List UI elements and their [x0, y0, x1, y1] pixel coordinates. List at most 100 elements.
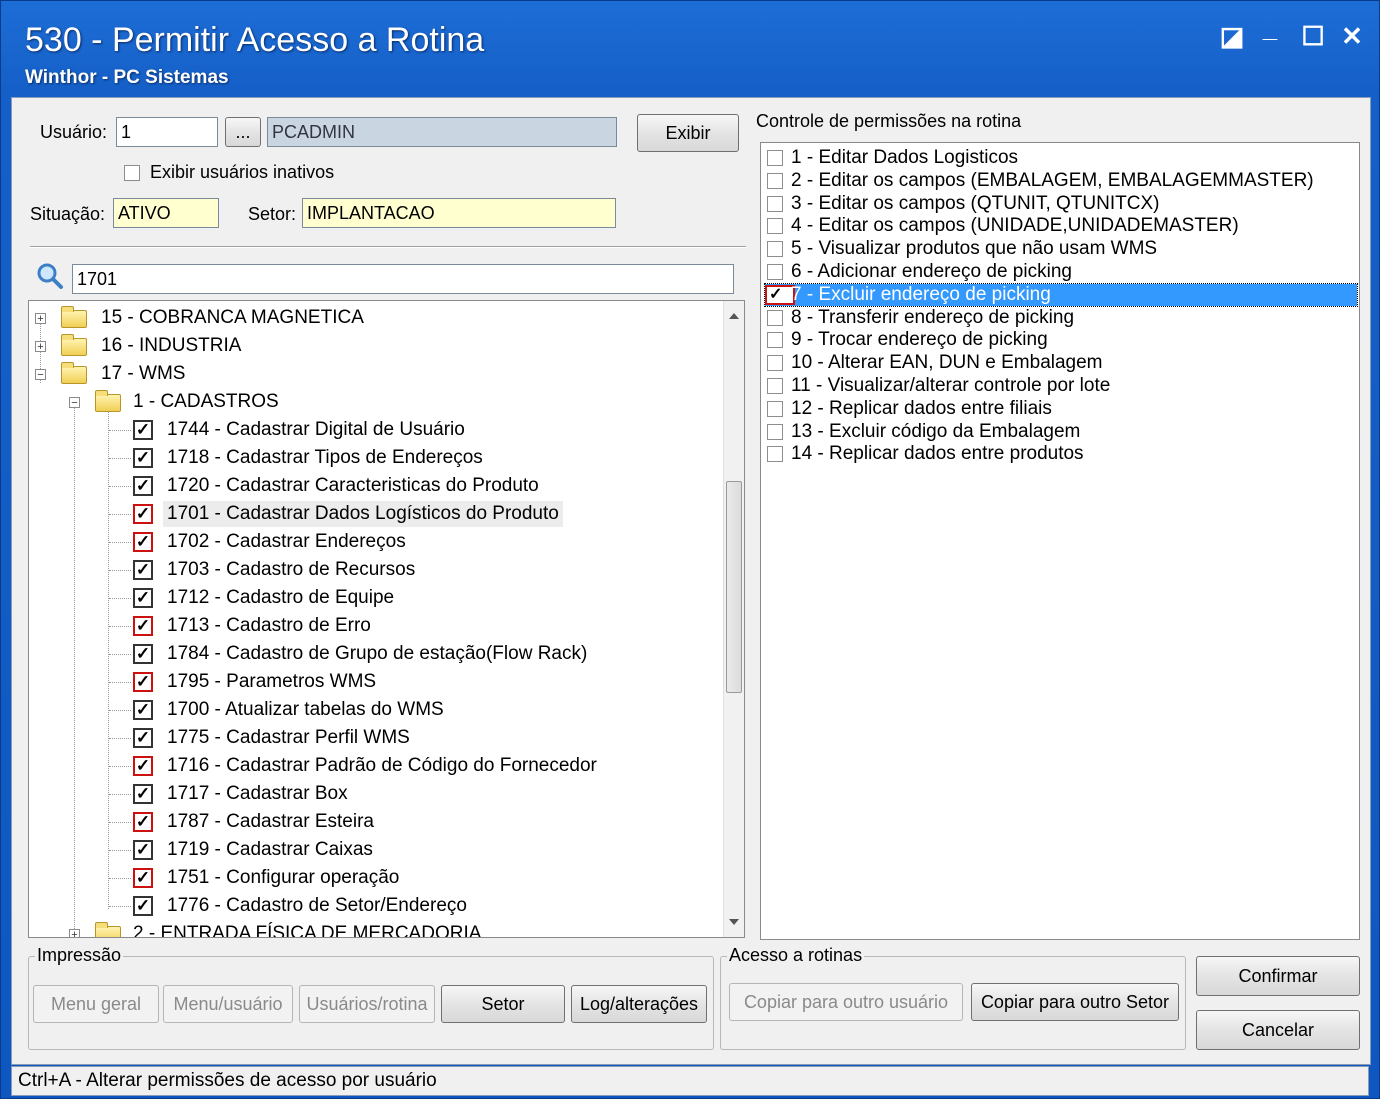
permission-item[interactable]: 3 - Editar os campos (QTUNIT, QTUNITCX)	[765, 193, 1357, 215]
routine-item[interactable]: 1716 - Cadastrar Padrão de Código do For…	[163, 753, 597, 779]
title-bar[interactable]: 530 - Permitir Acesso a Rotina Winthor -…	[1, 1, 1379, 95]
scroll-down-icon[interactable]	[729, 919, 739, 925]
routine-checkbox[interactable]: ✓	[133, 896, 153, 916]
minimize-icon[interactable]: _	[1253, 11, 1287, 45]
routine-checkbox[interactable]: ✓	[133, 504, 153, 524]
routine-checkbox[interactable]: ✓	[133, 672, 153, 692]
inativos-checkbox[interactable]	[124, 165, 140, 181]
tree-node[interactable]: 15 - COBRANCA MAGNETICA	[101, 305, 364, 331]
permissions-list[interactable]: 1 - Editar Dados Logisticos 2 - Editar os…	[760, 142, 1360, 940]
routine-item[interactable]: 1718 - Cadastrar Tipos de Endereços	[163, 445, 483, 471]
restore-icon[interactable]: ◪	[1215, 19, 1249, 53]
tree-expander[interactable]: +	[69, 929, 80, 937]
permission-item[interactable]: 1 - Editar Dados Logisticos	[765, 147, 1357, 169]
tree-group-node[interactable]: 2 - ENTRADA FÍSICA DE MERCADORIA	[133, 921, 481, 937]
permission-item[interactable]: 2 - Editar os campos (EMBALAGEM, EMBALAG…	[765, 170, 1357, 192]
scroll-up-icon[interactable]	[729, 313, 739, 319]
routine-checkbox[interactable]: ✓	[133, 420, 153, 440]
routine-checkbox[interactable]: ✓	[133, 476, 153, 496]
permission-item[interactable]: ✓ 7 - Excluir endereço de picking	[764, 282, 1358, 307]
routine-item[interactable]: 1751 - Configurar operação	[163, 865, 399, 891]
close-icon[interactable]: ✕	[1335, 19, 1369, 53]
routine-checkbox[interactable]: ✓	[133, 728, 153, 748]
confirmar-button[interactable]: Confirmar	[1196, 956, 1360, 996]
routine-item[interactable]: 1700 - Atualizar tabelas do WMS	[163, 697, 444, 723]
exibir-button[interactable]: Exibir	[637, 114, 739, 152]
log-alteracoes-button[interactable]: Log/alterações	[571, 985, 707, 1023]
permission-checkbox[interactable]	[767, 264, 783, 280]
routine-item[interactable]: 1744 - Cadastrar Digital de Usuário	[163, 417, 465, 443]
permission-item[interactable]: 4 - Editar os campos (UNIDADE,UNIDADEMAS…	[765, 215, 1357, 237]
routine-item[interactable]: 1712 - Cadastro de Equipe	[163, 585, 394, 611]
tree-group-node[interactable]: 1 - CADASTROS	[133, 389, 279, 415]
permission-checkbox[interactable]	[767, 355, 783, 372]
setor-field[interactable]: IMPLANTACAO	[302, 198, 616, 228]
menu-usuario-button[interactable]: Menu/usuário	[163, 985, 293, 1023]
routine-checkbox[interactable]: ✓	[133, 756, 153, 776]
routine-checkbox[interactable]: ✓	[133, 616, 153, 636]
routine-tree[interactable]: +15 - COBRANCA MAGNETICA +16 - INDUSTRIA −…	[28, 300, 745, 938]
usuario-lookup-button[interactable]: ...	[225, 117, 261, 147]
permission-item[interactable]: 10 - Alterar EAN, DUN e Embalagem	[765, 352, 1357, 374]
setor-button[interactable]: Setor	[441, 985, 565, 1023]
permission-checkbox[interactable]	[767, 195, 783, 212]
permission-item[interactable]: 6 - Adicionar endereço de picking	[765, 261, 1357, 283]
routine-item[interactable]: 1719 - Cadastrar Caixas	[163, 837, 373, 863]
routine-item[interactable]: 1703 - Cadastro de Recursos	[163, 557, 415, 583]
permission-item[interactable]: 14 - Replicar dados entre produtos	[765, 443, 1357, 465]
tree-expander[interactable]: −	[35, 369, 46, 381]
permission-checkbox[interactable]	[767, 241, 783, 258]
routine-checkbox[interactable]: ✓	[133, 532, 153, 552]
routine-checkbox[interactable]: ✓	[133, 588, 153, 608]
permission-item[interactable]: 11 - Visualizar/alterar controle por lot…	[765, 375, 1357, 397]
permission-checkbox[interactable]	[767, 378, 783, 394]
permission-checkbox[interactable]	[767, 446, 783, 463]
copiar-usuario-button[interactable]: Copiar para outro usuário	[729, 983, 963, 1021]
tree-expander[interactable]: +	[35, 341, 46, 353]
routine-item[interactable]: 1713 - Cadastro de Erro	[163, 613, 371, 639]
routine-item[interactable]: 1776 - Cadastro de Setor/Endereço	[163, 893, 467, 919]
routine-checkbox[interactable]: ✓	[133, 644, 153, 664]
permission-item[interactable]: 8 - Transferir endereço de picking	[765, 307, 1357, 329]
routine-checkbox[interactable]: ✓	[133, 868, 153, 888]
routine-item[interactable]: 1787 - Cadastrar Esteira	[163, 809, 374, 835]
routine-checkbox[interactable]: ✓	[133, 448, 153, 468]
cancelar-button[interactable]: Cancelar	[1196, 1010, 1360, 1050]
permission-checkbox[interactable]	[767, 423, 783, 440]
routine-checkbox[interactable]: ✓	[133, 812, 153, 832]
situacao-field[interactable]: ATIVO	[113, 198, 219, 228]
permission-item[interactable]: 12 - Replicar dados entre filiais	[765, 398, 1357, 420]
tree-expander[interactable]: −	[69, 397, 80, 409]
routine-item[interactable]: 1775 - Cadastrar Perfil WMS	[163, 725, 410, 751]
routine-item[interactable]: 1702 - Cadastrar Endereços	[163, 529, 406, 555]
routine-checkbox[interactable]: ✓	[133, 560, 153, 580]
tree-node[interactable]: 17 - WMS	[101, 361, 185, 387]
permission-checkbox[interactable]	[767, 218, 783, 235]
permission-checkbox[interactable]	[767, 332, 783, 349]
tree-expander[interactable]: +	[35, 313, 46, 325]
routine-checkbox[interactable]: ✓	[133, 840, 153, 860]
permission-item[interactable]: 13 - Excluir código da Embalagem	[765, 421, 1357, 443]
routine-checkbox[interactable]: ✓	[133, 700, 153, 720]
usuario-input[interactable]: 1	[116, 117, 218, 147]
permission-item[interactable]: 5 - Visualizar produtos que não usam WMS	[765, 238, 1357, 260]
scroll-thumb[interactable]	[726, 481, 742, 693]
permission-checkbox[interactable]	[767, 150, 783, 166]
routine-item[interactable]: 1720 - Cadastrar Caracteristicas do Prod…	[163, 473, 539, 499]
menu-geral-button[interactable]: Menu geral	[33, 985, 159, 1023]
routine-item[interactable]: 1784 - Cadastro de Grupo de estação(Flow…	[163, 641, 587, 667]
copiar-setor-button[interactable]: Copiar para outro Setor	[971, 983, 1179, 1021]
permission-item[interactable]: 9 - Trocar endereço de picking	[765, 329, 1357, 351]
routine-item[interactable]: 1717 - Cadastrar Box	[163, 781, 348, 807]
routine-item[interactable]: 1701 - Cadastrar Dados Logísticos do Pro…	[163, 501, 563, 527]
tree-node[interactable]: 16 - INDUSTRIA	[101, 333, 241, 359]
permission-checkbox[interactable]	[767, 172, 783, 189]
search-input[interactable]: 1701	[72, 264, 734, 294]
permission-checkbox[interactable]	[767, 309, 783, 326]
maximize-icon[interactable]: ☐	[1296, 19, 1330, 53]
routine-checkbox[interactable]: ✓	[133, 784, 153, 804]
usuarios-rotina-button[interactable]: Usuários/rotina	[299, 985, 435, 1023]
routine-item[interactable]: 1795 - Parametros WMS	[163, 669, 376, 695]
tree-scrollbar[interactable]	[723, 301, 744, 937]
permission-checkbox[interactable]	[767, 400, 783, 417]
